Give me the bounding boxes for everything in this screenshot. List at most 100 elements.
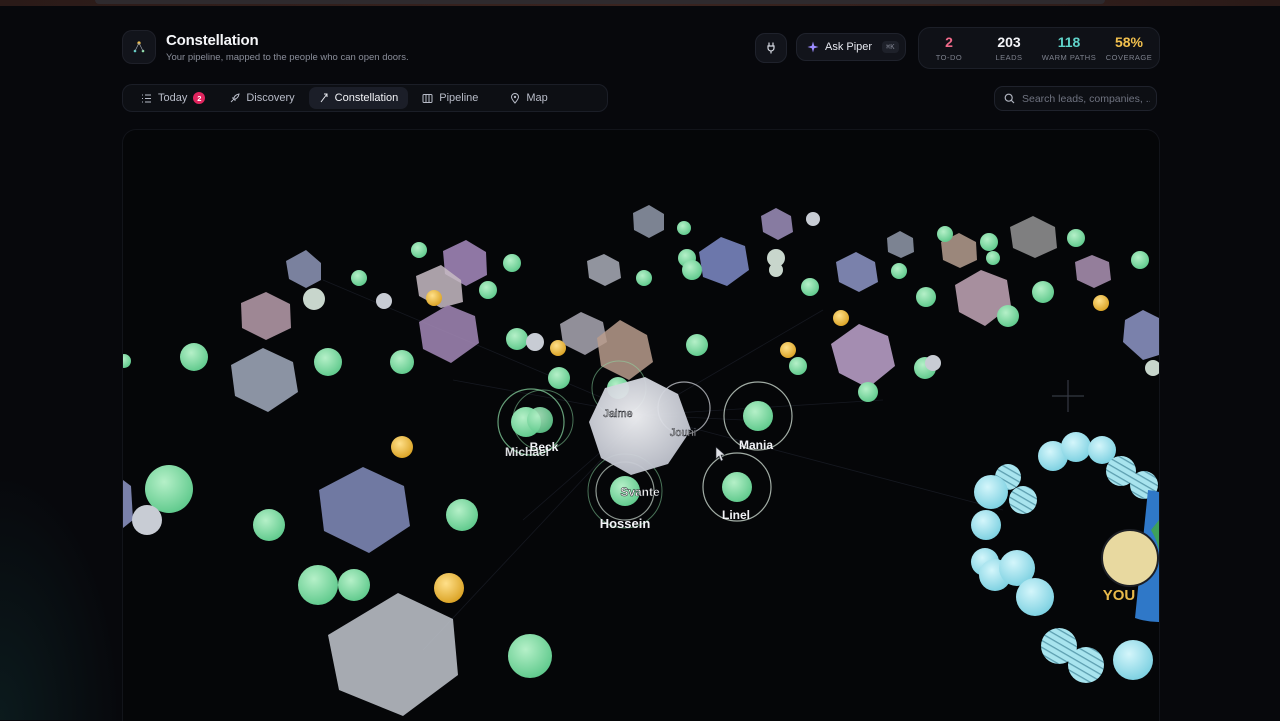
contact-node[interactable] — [391, 436, 413, 458]
contact-node[interactable] — [303, 288, 325, 310]
contact-node[interactable] — [253, 509, 285, 541]
integrations-button[interactable] — [755, 33, 787, 63]
search-icon — [1004, 93, 1015, 104]
contact-node[interactable] — [180, 343, 208, 371]
contact-node[interactable] — [801, 278, 819, 296]
constellation-canvas[interactable]: Jaime Jouni Mania Beck Michael Svante Ho… — [122, 129, 1160, 721]
warm-path-node[interactable] — [1016, 578, 1054, 616]
contact-node[interactable] — [743, 401, 773, 431]
contact-node[interactable] — [446, 499, 478, 531]
company-node[interactable] — [761, 208, 793, 240]
contact-node[interactable] — [548, 367, 570, 389]
contact-node[interactable] — [769, 263, 783, 277]
contact-node[interactable] — [833, 310, 849, 326]
constellation-logo-icon — [122, 30, 156, 64]
you-cluster[interactable]: YOU — [971, 432, 1159, 683]
contact-node[interactable] — [503, 254, 521, 272]
contact-node[interactable] — [376, 293, 392, 309]
tab-pipeline[interactable]: Pipeline — [412, 87, 488, 109]
stat-leads[interactable]: 203 LEADS — [979, 28, 1039, 68]
contact-node[interactable] — [682, 260, 702, 280]
contact-node[interactable] — [426, 290, 442, 306]
contact-node[interactable] — [677, 221, 691, 235]
company-node[interactable] — [286, 250, 321, 288]
contact-node[interactable] — [132, 505, 162, 535]
contact-node[interactable] — [1145, 360, 1159, 376]
stat-todo[interactable]: 2 TO-DO — [919, 28, 979, 68]
contact-node[interactable] — [636, 270, 652, 286]
contact-node[interactable] — [1032, 281, 1054, 303]
company-node[interactable] — [587, 254, 621, 286]
tab-discovery[interactable]: Discovery — [219, 87, 304, 109]
contact-node[interactable] — [780, 342, 796, 358]
warm-path-node[interactable] — [1113, 640, 1153, 680]
contact-node[interactable] — [411, 242, 427, 258]
company-node[interactable] — [123, 480, 133, 528]
contact-node[interactable] — [145, 465, 193, 513]
contact-node[interactable] — [1067, 229, 1085, 247]
search-box[interactable] — [994, 86, 1157, 111]
stat-warm-paths[interactable]: 118 WARM PATHS — [1039, 28, 1099, 68]
you-node[interactable] — [1101, 529, 1159, 587]
company-node[interactable] — [597, 320, 653, 380]
search-input[interactable] — [1022, 92, 1150, 105]
contact-node[interactable] — [916, 287, 936, 307]
contact-node[interactable] — [314, 348, 342, 376]
contact-node[interactable] — [789, 357, 807, 375]
contact-node[interactable] — [891, 263, 907, 279]
contact-node[interactable] — [298, 565, 338, 605]
contact-node[interactable] — [508, 634, 552, 678]
company-node[interactable] — [1123, 310, 1159, 360]
node-label-svante: Svante — [620, 485, 660, 499]
company-node[interactable] — [231, 348, 298, 412]
ask-piper-button[interactable]: Ask Piper ⌘K — [796, 33, 906, 61]
company-node[interactable] — [831, 324, 895, 388]
contact-node[interactable] — [527, 407, 553, 433]
contact-node[interactable] — [997, 305, 1019, 327]
company-node[interactable] — [328, 593, 458, 716]
company-node[interactable] — [633, 205, 664, 238]
contact-node[interactable] — [925, 355, 941, 371]
tab-map[interactable]: Map — [500, 87, 557, 109]
company-node[interactable] — [419, 305, 479, 363]
contact-node[interactable] — [123, 354, 131, 368]
tab-today[interactable]: Today 2 — [131, 87, 215, 109]
company-node[interactable] — [319, 467, 410, 553]
company-node[interactable] — [1075, 255, 1111, 288]
pin-icon — [511, 92, 520, 104]
contact-node[interactable] — [722, 472, 752, 502]
contact-node[interactable] — [550, 340, 566, 356]
contact-node[interactable] — [686, 334, 708, 356]
contact-node[interactable] — [338, 569, 370, 601]
contact-node[interactable] — [1131, 251, 1149, 269]
company-node[interactable] — [836, 252, 878, 292]
contact-node[interactable] — [986, 251, 1000, 265]
company-node[interactable] — [699, 237, 749, 286]
stat-coverage[interactable]: 58% COVERAGE — [1099, 28, 1159, 68]
contact-node[interactable] — [351, 270, 367, 286]
warm-path-node[interactable] — [1068, 647, 1104, 683]
contact-node[interactable] — [980, 233, 998, 251]
warm-path-node[interactable] — [1009, 486, 1037, 514]
contact-node[interactable] — [858, 382, 878, 402]
main-nav: Today 2 Discovery Constellation Pipeline… — [122, 84, 608, 112]
contact-node[interactable] — [1093, 295, 1109, 311]
contact-node[interactable] — [506, 328, 528, 350]
contact-node[interactable] — [390, 350, 414, 374]
contact-node[interactable] — [937, 226, 953, 242]
contact-node[interactable] — [806, 212, 820, 226]
window-top-edge — [0, 0, 1280, 6]
contact-node[interactable] — [434, 573, 464, 603]
company-node[interactable] — [241, 292, 291, 340]
tab-label: Today — [158, 92, 188, 104]
contact-node[interactable] — [526, 333, 544, 351]
company-node[interactable] — [887, 231, 914, 258]
warm-path-node[interactable] — [974, 475, 1008, 509]
focus-cluster[interactable]: Jaime Jouni Mania Beck Michael Svante Ho… — [497, 360, 793, 531]
tab-constellation[interactable]: Constellation — [308, 87, 409, 109]
warm-path-node[interactable] — [1061, 432, 1091, 462]
contact-node[interactable] — [479, 281, 497, 299]
constellation-graph[interactable]: Jaime Jouni Mania Beck Michael Svante Ho… — [123, 130, 1159, 721]
warm-path-node[interactable] — [971, 510, 1001, 540]
company-node[interactable] — [1010, 216, 1057, 258]
